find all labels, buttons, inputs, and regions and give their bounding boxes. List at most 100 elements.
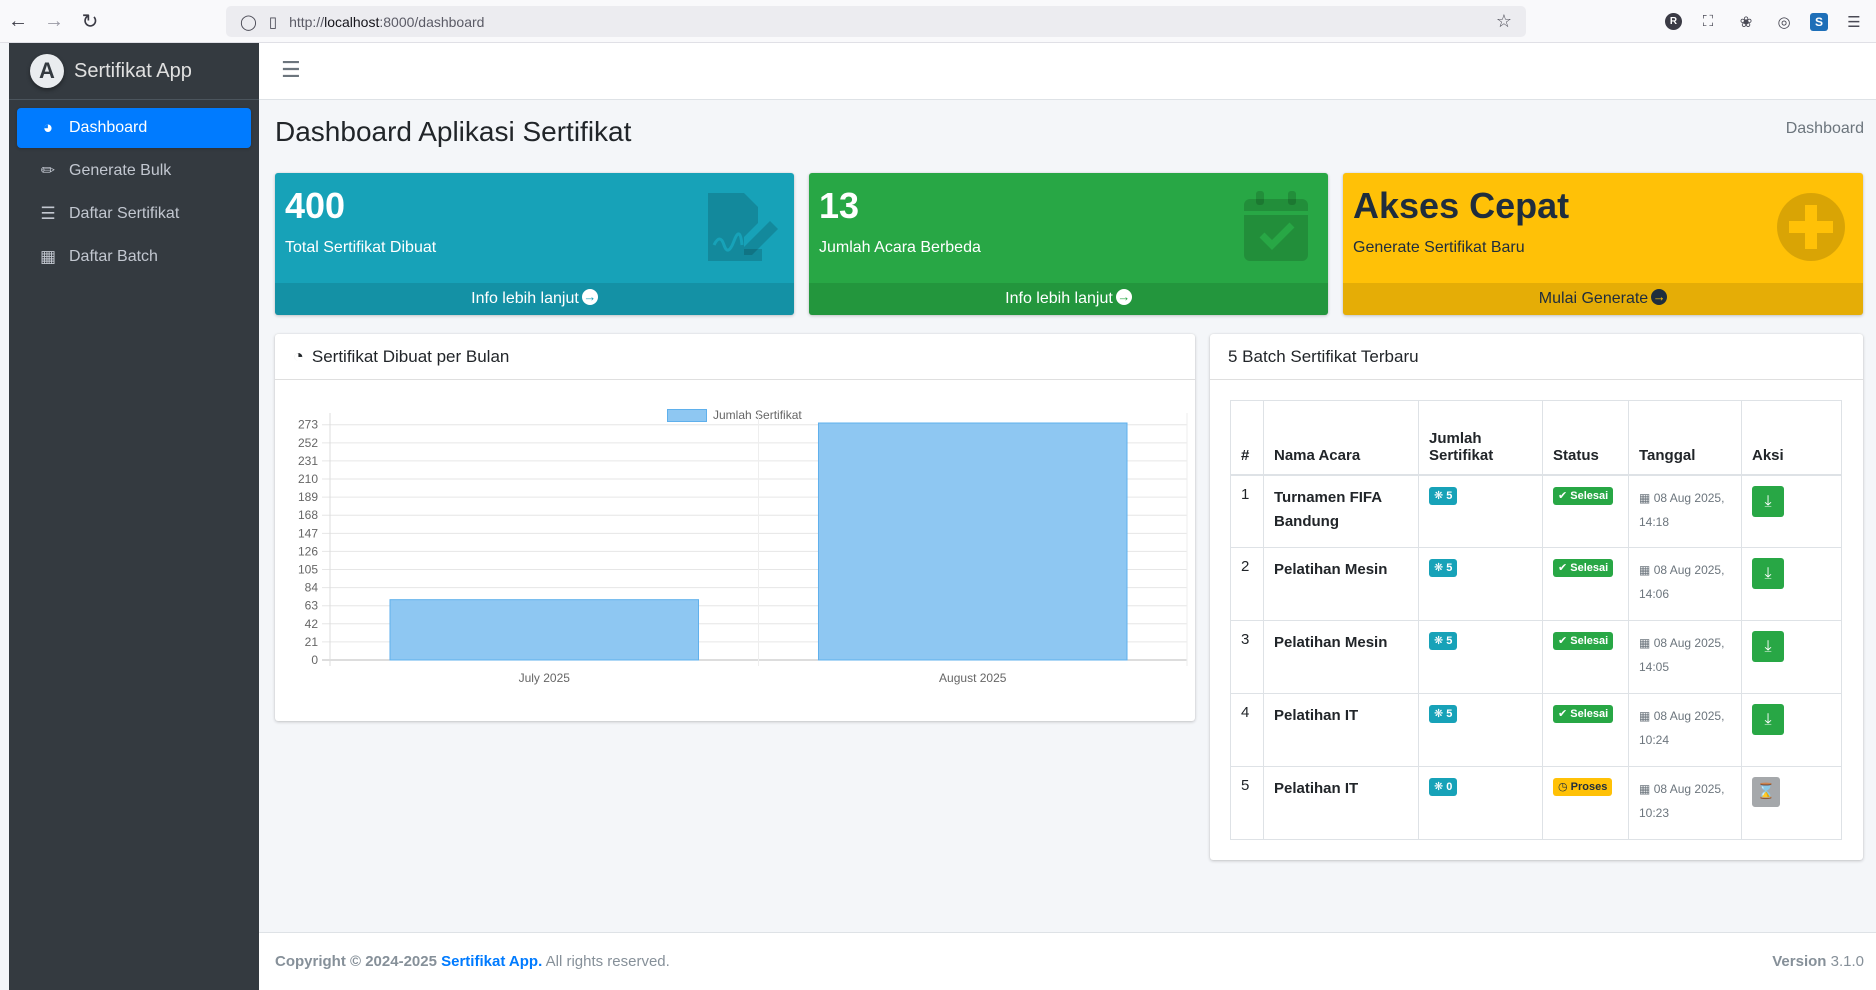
hourglass-icon: ⌛ bbox=[1756, 783, 1776, 800]
cell-status: ◷ Proses bbox=[1542, 766, 1629, 840]
cell-jumlah: ❋ 5 bbox=[1418, 693, 1543, 767]
address-bar[interactable]: ◯ ▯ http://localhost:8000/dashboard ☆ bbox=[226, 6, 1526, 37]
cell-nama-acara: Turnamen FIFA Bandung bbox=[1263, 474, 1419, 548]
sidebar-item-daftar-sertifikat[interactable]: ☰ Daftar Sertifikat bbox=[17, 194, 251, 234]
y-tick-label: 126 bbox=[298, 544, 318, 558]
cell-tanggal: ▦ 08 Aug 2025, 14:06 bbox=[1628, 547, 1742, 621]
count-badge: ❋ 5 bbox=[1429, 632, 1458, 650]
start-generate-link[interactable]: Mulai Generate bbox=[1343, 281, 1863, 315]
download-icon: ⤓ bbox=[1764, 565, 1772, 582]
download-button[interactable]: ⤓ bbox=[1752, 704, 1784, 735]
extension-puzzle-icon[interactable]: ⛶ bbox=[1696, 10, 1720, 34]
arrow-circle-right-icon bbox=[1651, 281, 1668, 313]
globe-icon[interactable]: ◎ bbox=[1772, 10, 1796, 34]
y-tick-label: 273 bbox=[298, 418, 318, 432]
cell-aksi: ⤓ bbox=[1741, 620, 1842, 694]
x-tick-label: August 2025 bbox=[939, 671, 1007, 685]
stat-label: Total Sertifikat Dibuat bbox=[285, 239, 437, 256]
recent-batches-card: 5 Batch Sertifikat Terbaru # Nama Acara … bbox=[1210, 334, 1863, 860]
download-button[interactable]: ⤓ bbox=[1752, 485, 1784, 517]
file-signature-icon bbox=[708, 193, 778, 261]
card-title: 5 Batch Sertifikat Terbaru bbox=[1228, 346, 1419, 366]
top-navbar: ☰ bbox=[259, 43, 1876, 100]
cell-no: 2 bbox=[1230, 547, 1264, 621]
profile-r-icon[interactable]: R bbox=[1665, 13, 1682, 30]
plus-circle-icon bbox=[1777, 193, 1845, 261]
table-header-row: # Nama Acara Jumlah Sertifikat Status Ta… bbox=[1230, 400, 1842, 476]
arrow-circle-right-icon bbox=[1115, 281, 1132, 313]
sidebar-item-daftar-batch[interactable]: ▦ Daftar Batch bbox=[17, 237, 251, 277]
certificate-icon: ❋ bbox=[1434, 635, 1444, 647]
stat-box-total-sertifikat: 400 Total Sertifikat Dibuat Info lebih l… bbox=[275, 173, 794, 315]
card-title: Sertifikat Dibuat per Bulan bbox=[311, 346, 510, 366]
y-tick-label: 189 bbox=[298, 490, 318, 504]
sidebar-item-dashboard[interactable]: ◕ Dashboard bbox=[17, 108, 251, 148]
back-icon[interactable]: ← bbox=[0, 0, 36, 43]
sidebar-item-generate-bulk[interactable]: ✏ Generate Bulk bbox=[17, 151, 251, 191]
col-header-jumlah: Jumlah Sertifikat bbox=[1418, 400, 1543, 476]
chart-pie-icon: ◔ bbox=[293, 346, 304, 366]
arrow-circle-right-icon bbox=[581, 281, 598, 313]
cell-tanggal: ▦ 08 Aug 2025, 14:18 bbox=[1628, 474, 1742, 548]
waiting-button[interactable]: ⌛ bbox=[1752, 777, 1780, 807]
stat-number: 13 bbox=[819, 185, 860, 226]
file-export-icon: ✏ bbox=[40, 161, 56, 180]
y-tick-label: 42 bbox=[305, 617, 319, 631]
cell-no: 3 bbox=[1230, 620, 1264, 694]
cell-tanggal: ▦ 08 Aug 2025, 10:23 bbox=[1628, 766, 1742, 840]
bar bbox=[389, 599, 700, 661]
cell-no: 1 bbox=[1230, 474, 1264, 548]
certificate-icon: ❋ bbox=[1434, 489, 1444, 502]
url-text: http://localhost:8000/dashboard bbox=[289, 13, 485, 30]
y-tick-label: 0 bbox=[311, 653, 318, 667]
stat-more-info-link[interactable]: Info lebih lanjut bbox=[275, 281, 794, 315]
col-header-nama-acara: Nama Acara bbox=[1263, 400, 1419, 476]
page-footer: Copyright © 2024-2025 Sertifikat App. Al… bbox=[259, 932, 1876, 990]
bookmark-star-icon[interactable]: ☆ bbox=[1496, 11, 1512, 32]
footer-app-link[interactable]: Sertifikat App. bbox=[441, 953, 542, 970]
y-tick-label: 105 bbox=[298, 563, 318, 577]
y-tick-label: 210 bbox=[298, 472, 318, 486]
y-tick-label: 84 bbox=[305, 581, 319, 595]
breadcrumb[interactable]: Dashboard bbox=[1786, 120, 1864, 138]
reload-icon[interactable]: ↻ bbox=[72, 0, 108, 43]
check-circle-icon: ✔ bbox=[1558, 635, 1568, 647]
status-badge: ✔ Selesai bbox=[1553, 486, 1614, 505]
tachometer-icon: ◕ bbox=[42, 118, 54, 137]
cell-status: ✔ Selesai bbox=[1542, 474, 1629, 548]
table-row: 3 Pelatihan Mesin ❋ 5 ✔ Selesai ▦ 08 Aug 202… bbox=[1230, 620, 1842, 694]
menu-icon[interactable]: ☰ bbox=[1842, 10, 1866, 34]
stat-label: Jumlah Acara Berbeda bbox=[819, 239, 981, 256]
stat-number: Akses Cepat bbox=[1353, 185, 1570, 226]
download-icon: ⤓ bbox=[1764, 711, 1772, 728]
extension-leaf-icon[interactable]: ❀ bbox=[1734, 10, 1758, 34]
page-title: Dashboard Aplikasi Sertifikat bbox=[275, 116, 632, 147]
cell-jumlah: ❋ 5 bbox=[1418, 547, 1543, 621]
cell-jumlah: ❋ 5 bbox=[1418, 474, 1543, 548]
sidebar: A Sertifikat App ◕ Dashboard ✏ Generate … bbox=[9, 43, 259, 990]
shield-icon: ◯ bbox=[240, 13, 257, 31]
cell-status: ✔ Selesai bbox=[1542, 620, 1629, 694]
brand-link[interactable]: A Sertifikat App bbox=[9, 43, 259, 100]
cell-nama-acara: Pelatihan Mesin bbox=[1263, 547, 1419, 621]
browser-toolbar: ← → ↻ ◯ ▯ http://localhost:8000/dashboar… bbox=[0, 0, 1876, 43]
card-header: ◔ Sertifikat Dibuat per Bulan bbox=[275, 334, 1195, 380]
sidebar-item-label: Daftar Batch bbox=[69, 248, 158, 265]
cell-aksi: ⤓ bbox=[1741, 547, 1842, 621]
cell-aksi: ⤓ bbox=[1741, 474, 1842, 548]
download-button[interactable]: ⤓ bbox=[1752, 558, 1784, 589]
download-icon: ⤓ bbox=[1764, 638, 1772, 655]
col-header-tanggal: Tanggal bbox=[1628, 400, 1742, 476]
cell-no: 4 bbox=[1230, 693, 1264, 767]
forward-icon[interactable]: → bbox=[36, 0, 72, 43]
extension-s-icon[interactable]: S bbox=[1810, 12, 1828, 31]
col-header-no: # bbox=[1230, 400, 1264, 476]
bar bbox=[817, 422, 1128, 661]
stat-more-info-link[interactable]: Info lebih lanjut bbox=[809, 281, 1328, 315]
download-button[interactable]: ⤓ bbox=[1752, 631, 1784, 662]
table-row: 4 Pelatihan IT ❋ 5 ✔ Selesai ▦ 08 Aug 2025, … bbox=[1230, 693, 1842, 767]
version-info: Version 3.1.0 bbox=[1772, 953, 1864, 970]
hamburger-icon[interactable]: ☰ bbox=[281, 57, 301, 83]
calendar-check-icon bbox=[1244, 191, 1308, 261]
count-badge: ❋ 5 bbox=[1429, 705, 1458, 723]
